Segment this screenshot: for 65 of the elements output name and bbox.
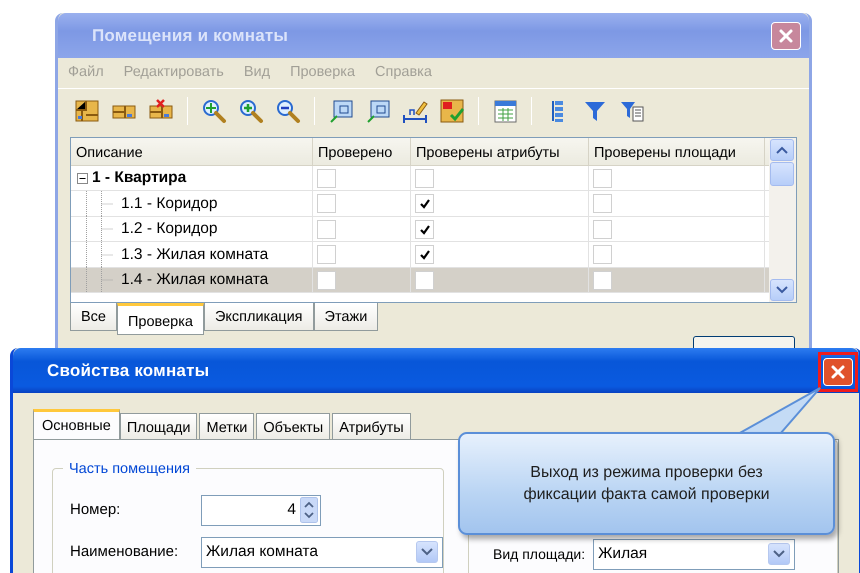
close-button[interactable]: [771, 22, 801, 50]
checkbox[interactable]: [317, 270, 336, 290]
checkbox[interactable]: [317, 245, 336, 264]
column-header[interactable]: Описание: [71, 138, 313, 165]
checkbox[interactable]: [593, 270, 612, 290]
zoom-pan-icon[interactable]: [201, 98, 227, 124]
button[interactable]: [693, 336, 795, 348]
check-icon: [418, 197, 432, 210]
tab[interactable]: Площади: [120, 413, 198, 439]
scrollbar[interactable]: [769, 138, 796, 302]
field-label: Номер:: [70, 500, 122, 520]
column-header[interactable]: Проверено: [313, 138, 411, 165]
checkbox[interactable]: [593, 220, 612, 238]
checkbox[interactable]: [415, 168, 434, 188]
checklist-icon[interactable]: [439, 98, 465, 124]
tab[interactable]: Основные: [33, 409, 120, 439]
check-icon: [418, 222, 432, 236]
zoom-in-icon[interactable]: [238, 98, 264, 124]
document-arrow-icon[interactable]: [365, 98, 391, 124]
window-title: Свойства комнаты: [47, 360, 210, 382]
checkbox[interactable]: [593, 168, 612, 188]
dropdown-field[interactable]: Жилая: [593, 538, 796, 570]
floor-plan-icon[interactable]: [74, 98, 100, 124]
dropdown-icon[interactable]: [421, 548, 433, 556]
tree-item-label[interactable]: 1 - Квартира: [92, 166, 186, 190]
dropdown-icon[interactable]: [773, 550, 786, 558]
tab[interactable]: Метки: [199, 413, 254, 439]
checkbox[interactable]: [317, 168, 336, 188]
checkbox[interactable]: [317, 194, 336, 213]
window-title: Помещения и комнаты: [92, 24, 288, 47]
tab[interactable]: Проверка: [117, 302, 204, 335]
callout-text: Выход из режима проверки без фиксации факта самой проверки: [522, 462, 771, 504]
expander-icon[interactable]: [77, 172, 88, 184]
checkbox[interactable]: [415, 245, 434, 264]
scroll-thumb[interactable]: [770, 162, 794, 186]
spinner-icon[interactable]: [300, 497, 318, 523]
tree-item-label[interactable]: 1.2 - Коридор: [121, 217, 218, 241]
tree-item-label[interactable]: 1.3 - Жилая комната: [121, 242, 268, 266]
zoom-out-icon[interactable]: [275, 98, 301, 124]
scroll-down-icon[interactable]: [776, 286, 788, 294]
dropdown-field[interactable]: Жилая комната: [201, 536, 443, 568]
table-window-icon[interactable]: [492, 98, 518, 124]
checkbox[interactable]: [415, 194, 434, 213]
checkbox[interactable]: [593, 245, 612, 264]
tab[interactable]: Все: [70, 302, 117, 331]
tree-item-label[interactable]: 1.1 - Коридор: [121, 192, 218, 216]
tree-item-label[interactable]: 1.4 - Жилая комната: [121, 268, 268, 292]
tab[interactable]: Атрибуты: [332, 413, 411, 439]
field-label: Вид площади:: [493, 544, 586, 564]
check-icon: [418, 248, 432, 261]
tab[interactable]: Этажи: [314, 302, 378, 331]
column-header[interactable]: Проверены атрибуты: [411, 138, 589, 165]
tab[interactable]: Объекты: [256, 413, 330, 439]
selected-row[interactable]: 1.4 - Жилая комната: [71, 268, 769, 294]
tab[interactable]: Экспликация: [204, 302, 314, 331]
scroll-up-icon[interactable]: [776, 146, 788, 154]
field-label: Наименование:: [70, 542, 180, 562]
number-field[interactable]: 4: [201, 494, 321, 526]
checkbox[interactable]: [593, 194, 612, 213]
checkbox[interactable]: [415, 220, 434, 238]
checkbox[interactable]: [415, 270, 434, 290]
column-header[interactable]: Проверены площади: [589, 138, 765, 165]
close-button[interactable]: [823, 358, 853, 386]
document-arrow-icon[interactable]: [328, 98, 354, 124]
checkbox[interactable]: [317, 220, 336, 238]
